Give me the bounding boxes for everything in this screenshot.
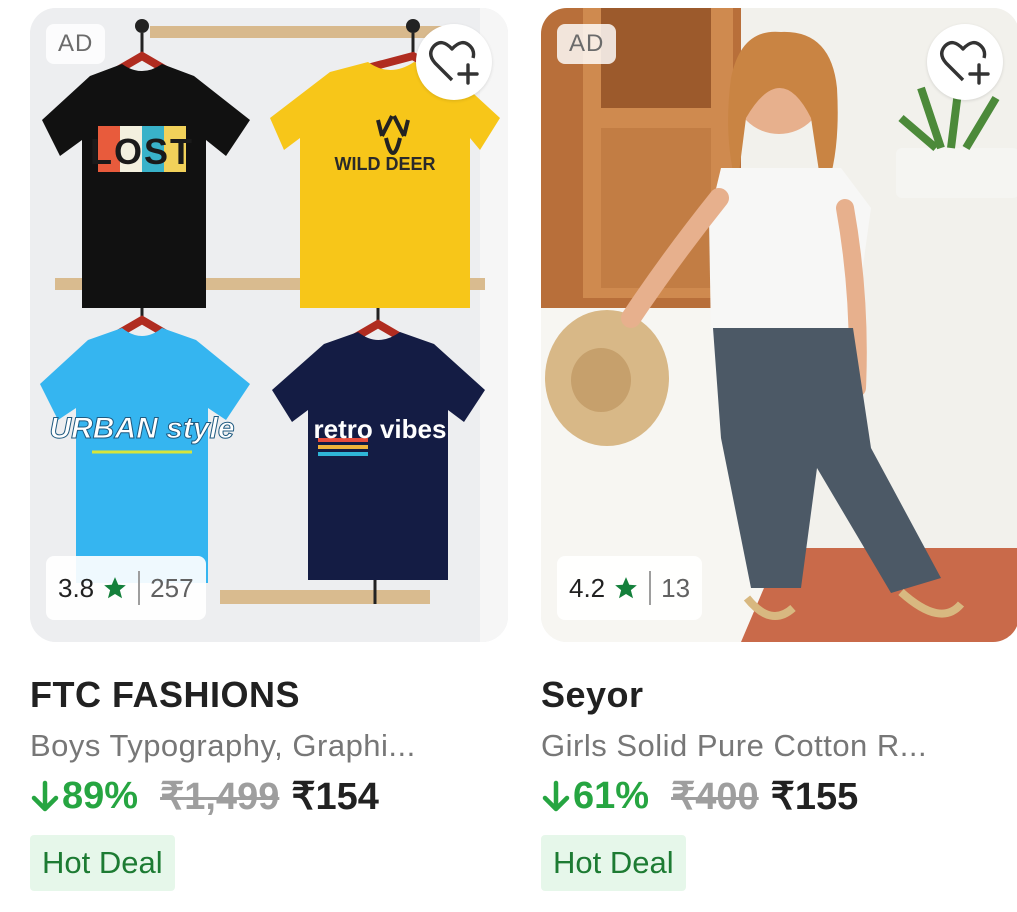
shirt-text-wild-deer: WILD DEER xyxy=(335,154,436,174)
rating-divider xyxy=(649,571,652,605)
rating-divider xyxy=(138,571,141,605)
rating-badge: 4.2 13 xyxy=(557,556,703,620)
product-brand[interactable]: Seyor xyxy=(541,674,1017,716)
discount-percent: 61% xyxy=(573,775,650,817)
rating-count: 13 xyxy=(661,572,691,603)
arrow-down-icon xyxy=(541,780,571,814)
product-brand[interactable]: FTC FASHIONS xyxy=(30,674,508,716)
rating-value: 4.2 xyxy=(569,572,606,603)
product-image-container[interactable]: LOST WILD DEER URBAN style retro vibes A… xyxy=(30,8,508,642)
original-price: ₹400 xyxy=(671,776,759,818)
star-icon xyxy=(613,575,639,601)
product-image-girl xyxy=(541,8,1017,642)
product-card-seyor[interactable]: AD 4.2 13 Seyor Girls Solid Pure Cotton … xyxy=(541,8,1017,891)
heart-plus-icon xyxy=(940,40,990,85)
shirt-text-retro-vibes: retro vibes xyxy=(314,414,447,444)
selling-price: ₹154 xyxy=(291,776,379,818)
heart-plus-icon xyxy=(429,40,479,85)
rating-count: 257 xyxy=(150,572,194,603)
product-title[interactable]: Boys Typography, Graphi... xyxy=(30,728,508,764)
ad-badge: AD xyxy=(46,24,106,64)
hot-deal-badge: Hot Deal xyxy=(541,835,686,891)
discount-percent: 89% xyxy=(62,775,139,817)
shirt-text-urban-style: URBAN style xyxy=(49,412,234,445)
rating-badge: 3.8 257 xyxy=(46,556,206,620)
discount: 61% xyxy=(541,775,649,818)
shirt-text-lost: LOST xyxy=(90,131,194,172)
shirt-print-lost: LOST xyxy=(90,126,194,172)
discount: 89% xyxy=(30,775,138,818)
wishlist-button[interactable] xyxy=(927,24,1003,100)
arrow-down-icon xyxy=(30,780,60,814)
product-title[interactable]: Girls Solid Pure Cotton R... xyxy=(541,728,1017,764)
ad-badge: AD xyxy=(557,24,617,64)
wishlist-button[interactable] xyxy=(416,24,492,100)
price-row: 89% ₹1,499 ₹154 xyxy=(30,774,508,819)
original-price: ₹1,499 xyxy=(160,776,280,818)
product-card-ftc-fashions[interactable]: LOST WILD DEER URBAN style retro vibes A… xyxy=(30,8,508,891)
selling-price: ₹155 xyxy=(770,776,859,818)
hot-deal-badge: Hot Deal xyxy=(30,835,175,891)
star-icon xyxy=(102,575,128,601)
product-grid: LOST WILD DEER URBAN style retro vibes A… xyxy=(0,0,1017,912)
price-row: 61% ₹400 ₹155 xyxy=(541,774,1017,819)
rating-value: 3.8 xyxy=(58,572,95,603)
product-image-container[interactable]: AD 4.2 13 xyxy=(541,8,1017,642)
product-image-tshirts: LOST WILD DEER URBAN style retro vibes xyxy=(30,8,508,642)
